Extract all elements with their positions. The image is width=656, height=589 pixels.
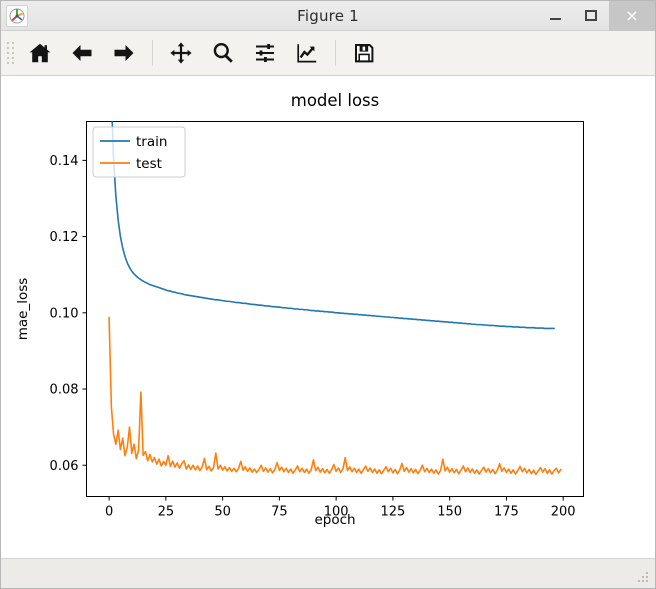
legend-label-test: test	[136, 156, 162, 172]
maximize-icon	[585, 10, 597, 21]
pan-button[interactable]	[160, 34, 202, 72]
y-tick-label: 0.10	[50, 306, 79, 321]
x-tick-label: 200	[551, 505, 576, 520]
toolbar-drag-handle[interactable]	[5, 38, 15, 68]
magnifier-icon	[213, 43, 233, 63]
home-button[interactable]	[19, 34, 61, 72]
x-tick-label: 125	[380, 505, 405, 520]
zoom-button[interactable]	[202, 34, 244, 72]
minimize-icon	[549, 18, 561, 20]
x-axis-label: epoch	[314, 512, 355, 528]
toolbar-separator	[335, 40, 336, 66]
legend-label-train: train	[136, 134, 167, 150]
floppy-disk-icon	[355, 44, 374, 63]
status-bar	[1, 558, 655, 588]
x-tick-label: 0	[105, 505, 113, 520]
home-icon	[29, 43, 51, 63]
y-tick-label: 0.12	[50, 230, 79, 245]
forward-button[interactable]	[103, 34, 145, 72]
arrow-left-icon	[72, 45, 92, 61]
figure-canvas[interactable]: model loss 0 25 50 75 100 125 150 175 200 0.06 0.…	[1, 76, 655, 558]
subplots-button[interactable]	[244, 34, 286, 72]
close-icon: ×	[625, 5, 639, 25]
y-tick-label: 0.06	[50, 459, 79, 474]
figure-window: Figure 1 × model loss 0 25 50 75 100 125…	[0, 0, 656, 589]
chart-title: model loss	[291, 91, 380, 110]
maximize-button[interactable]	[573, 1, 609, 31]
matplotlib-logo-icon	[6, 4, 28, 27]
customize-button[interactable]	[286, 34, 328, 72]
model-loss-plot[interactable]: model loss 0 25 50 75 100 125 150 175 200 0.060.…	[1, 76, 655, 529]
x-tick-label: 75	[271, 505, 288, 520]
x-tick-label: 175	[494, 505, 519, 520]
sliders-icon	[256, 44, 274, 62]
y-axis-label: mae_loss	[15, 278, 31, 341]
navigation-toolbar	[1, 31, 655, 76]
move-icon	[170, 42, 192, 64]
window-controls: ×	[537, 0, 655, 31]
arrow-right-icon	[114, 45, 134, 61]
minimize-button[interactable]	[537, 1, 573, 31]
y-tick-label: 0.08	[50, 383, 79, 398]
y-tick-label: 0.14	[50, 154, 79, 169]
save-button[interactable]	[343, 34, 385, 72]
resize-grip[interactable]	[638, 572, 651, 585]
chart-line-icon	[297, 44, 317, 63]
toolbar-separator	[152, 40, 153, 66]
title-bar: Figure 1 ×	[1, 0, 655, 31]
back-button[interactable]	[61, 34, 103, 72]
x-tick-label: 25	[158, 505, 175, 520]
legend: train test	[92, 126, 186, 178]
close-button[interactable]: ×	[609, 0, 655, 31]
axes-frame	[86, 121, 584, 497]
x-tick-label: 150	[437, 505, 462, 520]
x-tick-label: 50	[214, 505, 231, 520]
